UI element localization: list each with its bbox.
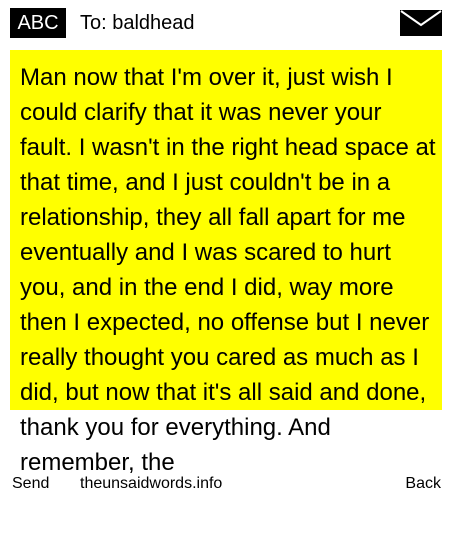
softkey-bar: Send theunsaidwords.info Back: [0, 474, 450, 500]
message-text[interactable]: Man now that I'm over it, just wish I co…: [20, 60, 436, 480]
send-softkey[interactable]: Send: [12, 474, 49, 494]
site-label: theunsaidwords.info: [80, 475, 223, 492]
recipient-label: To: baldhead: [80, 12, 195, 34]
envelope-icon[interactable]: [400, 10, 442, 36]
input-mode-badge[interactable]: ABC: [10, 8, 66, 38]
header: ABC To: baldhead: [0, 0, 450, 46]
back-softkey[interactable]: Back: [405, 474, 441, 494]
